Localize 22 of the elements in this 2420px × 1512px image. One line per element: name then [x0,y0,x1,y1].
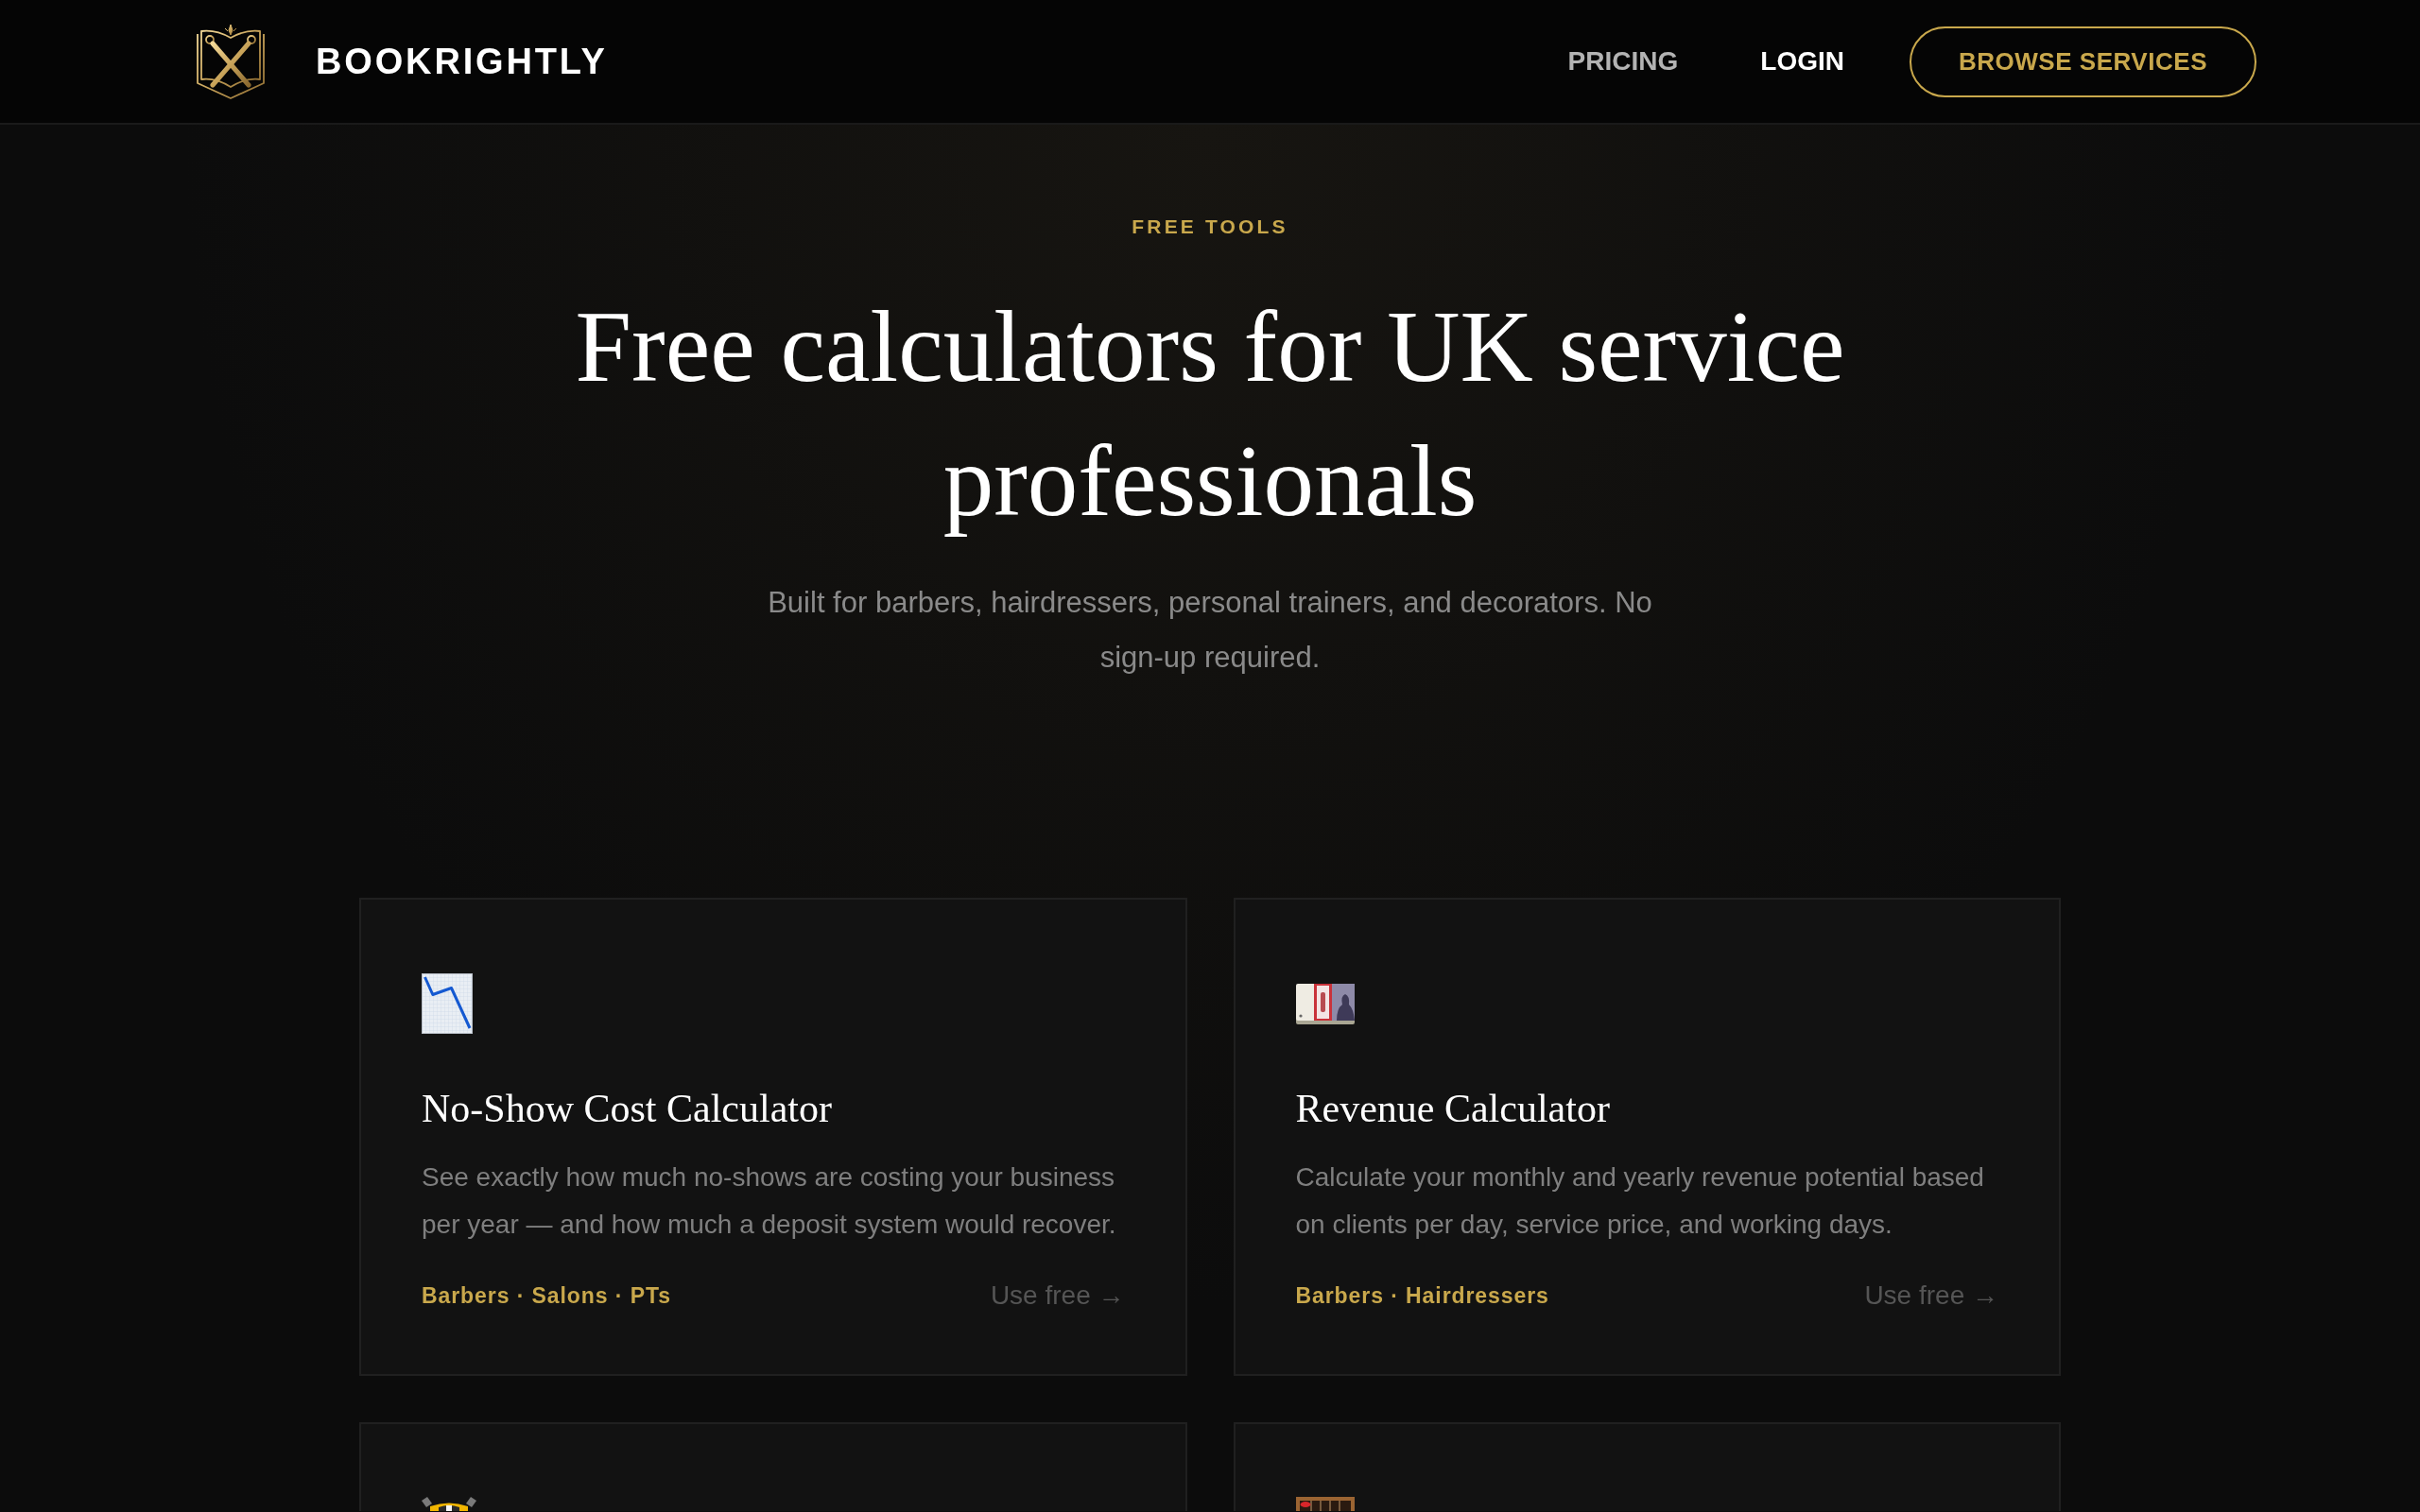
tool-card[interactable] [1233,1422,2061,1511]
hero-heading: Free calculators for UK service professionals [574,290,1846,539]
tool-card[interactable]: Revenue Calculator Calculate your monthly and yearly revenue potential based on clients per day, service price, and working days. Barbers · Hairdressers Use free → [1233,898,2061,1376]
browse-services-button[interactable]: BROWSE SERVICES [1909,26,2256,97]
chart-down-icon [422,973,473,1034]
card-title: No-Show Cost Calculator [422,1086,833,1132]
card-description: See exactly how much no-shows are costing your business per year — and how much a deposit system would recover. [422,1161,1117,1241]
tool-card[interactable]: No-Show Cost Calculator See exactly how much no-shows are costing your business per year — and how much a deposit system would recover. Barbers · Salons · PTs Use free → [359,898,1187,1376]
card-description: Calculate your monthly and yearly revenue potential based on clients per day, service price, and working days. [1295,1161,1985,1241]
card-title: Revenue Calculator [1295,1086,1611,1132]
nav-link[interactable]: PRICING [1567,48,1679,75]
card-tags: Barbers · Hairdressers [1295,1280,1549,1311]
card-tags: Barbers · Salons · PTs [422,1280,671,1311]
eyebrow-label: FREE TOOLS [1132,215,1288,239]
banknote-icon [1295,983,1355,1024]
barbell-icon [422,1497,476,1511]
abacus-icon [1295,1497,1355,1511]
brand-name[interactable]: BOOKRIGHTLY [316,43,608,79]
tool-card[interactable] [359,1422,1187,1511]
hero-subtitle: Built for barbers, hairdressers, personal trainers, and decorators. No sign-up required. [767,585,1653,676]
book-logo-icon[interactable] [196,23,266,100]
nav-link[interactable]: LOGIN [1760,48,1844,75]
